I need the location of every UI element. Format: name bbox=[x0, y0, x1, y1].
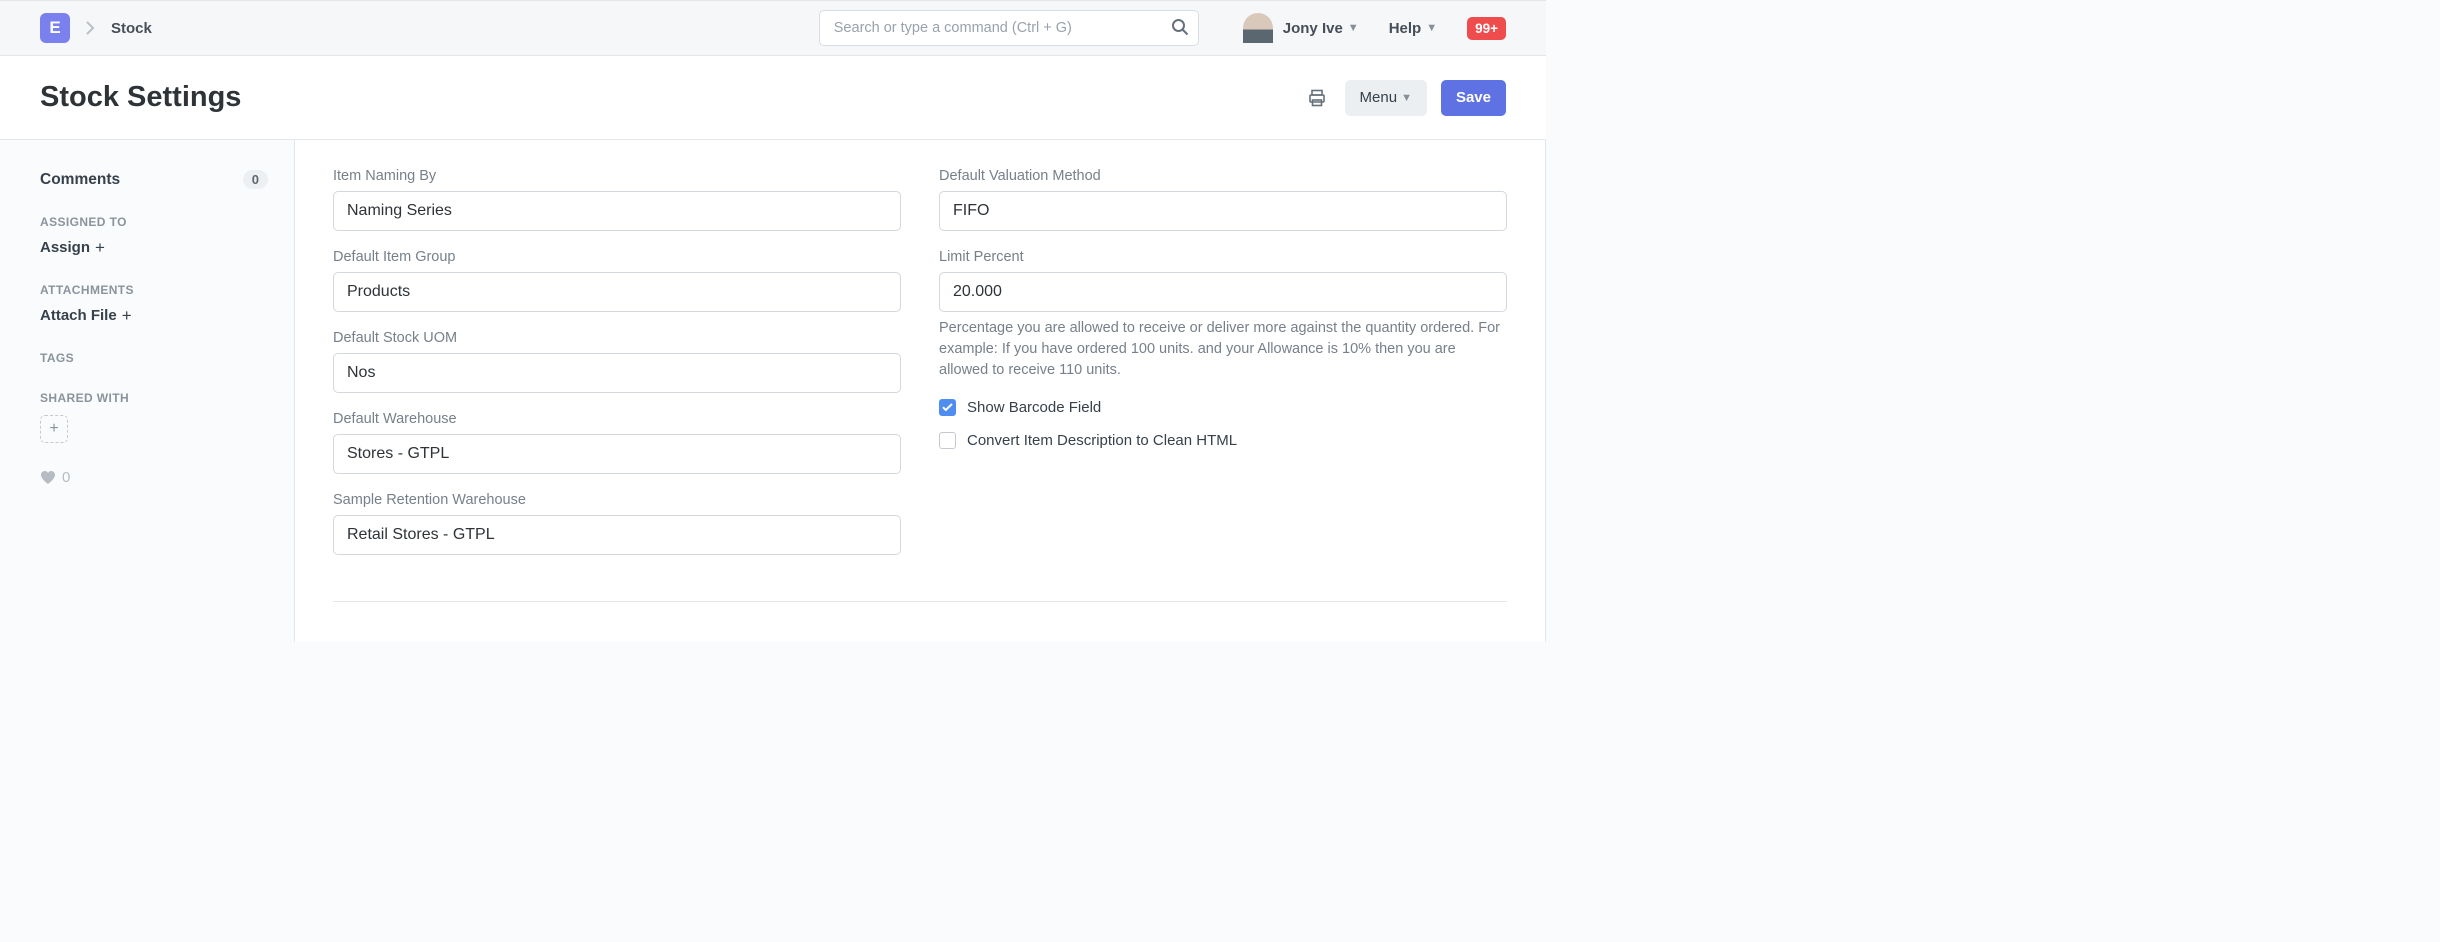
search-icon bbox=[1171, 18, 1189, 36]
titlebar: Stock Settings Menu ▼ Save bbox=[0, 56, 1546, 140]
attach-file-label: Attach File bbox=[40, 307, 117, 324]
breadcrumb-stock[interactable]: Stock bbox=[111, 20, 152, 37]
menu-button[interactable]: Menu ▼ bbox=[1345, 80, 1427, 116]
page-body: Comments 0 ASSIGNED TO Assign + ATTACHME… bbox=[0, 140, 1546, 642]
sample-retention-warehouse-label: Sample Retention Warehouse bbox=[333, 492, 901, 508]
assign-button[interactable]: Assign + bbox=[40, 239, 105, 256]
form-area: Item Naming By Default Item Group Defaul… bbox=[294, 140, 1546, 642]
assigned-to-heading: ASSIGNED TO bbox=[40, 215, 268, 229]
chevron-right-icon bbox=[86, 21, 95, 35]
comments-label[interactable]: Comments bbox=[40, 171, 120, 189]
default-warehouse-field[interactable] bbox=[333, 434, 901, 474]
heart-icon bbox=[40, 470, 56, 485]
likes-count: 0 bbox=[62, 469, 70, 486]
limit-percent-help: Percentage you are allowed to receive or… bbox=[939, 318, 1507, 381]
show-barcode-field-checkbox[interactable]: Show Barcode Field bbox=[939, 399, 1507, 416]
attachments-heading: ATTACHMENTS bbox=[40, 283, 268, 297]
topbar: E Stock Jony Ive ▼ Help ▼ 99+ bbox=[0, 0, 1546, 56]
plus-icon: + bbox=[122, 309, 132, 323]
sample-retention-warehouse-field[interactable] bbox=[333, 515, 901, 555]
user-menu[interactable]: Jony Ive ▼ bbox=[1243, 13, 1359, 43]
form-right-column: Default Valuation Method Limit Percent P… bbox=[939, 168, 1507, 573]
checkbox-icon bbox=[939, 399, 956, 416]
comments-count: 0 bbox=[243, 170, 268, 189]
caret-down-icon: ▼ bbox=[1348, 22, 1359, 34]
limit-percent-label: Limit Percent bbox=[939, 249, 1507, 265]
sidebar: Comments 0 ASSIGNED TO Assign + ATTACHME… bbox=[0, 140, 294, 642]
likes[interactable]: 0 bbox=[40, 469, 268, 486]
print-icon[interactable] bbox=[1303, 84, 1331, 112]
item-naming-by-label: Item Naming By bbox=[333, 168, 901, 184]
help-label: Help bbox=[1389, 20, 1422, 37]
checkbox-icon bbox=[939, 432, 956, 449]
section-divider bbox=[333, 601, 1507, 602]
default-stock-uom-field[interactable] bbox=[333, 353, 901, 393]
user-name: Jony Ive bbox=[1283, 20, 1343, 37]
default-item-group-label: Default Item Group bbox=[333, 249, 901, 265]
assign-label: Assign bbox=[40, 239, 90, 256]
avatar bbox=[1243, 13, 1273, 43]
convert-clean-html-label: Convert Item Description to Clean HTML bbox=[967, 432, 1237, 449]
default-stock-uom-label: Default Stock UOM bbox=[333, 330, 901, 346]
default-warehouse-label: Default Warehouse bbox=[333, 411, 901, 427]
convert-clean-html-checkbox[interactable]: Convert Item Description to Clean HTML bbox=[939, 432, 1507, 449]
default-item-group-field[interactable] bbox=[333, 272, 901, 312]
global-search bbox=[819, 10, 1199, 46]
app-logo[interactable]: E bbox=[40, 13, 70, 43]
show-barcode-field-label: Show Barcode Field bbox=[967, 399, 1101, 416]
share-add-button[interactable]: + bbox=[40, 415, 68, 443]
shared-with-heading: SHARED WITH bbox=[40, 391, 268, 405]
caret-down-icon: ▼ bbox=[1401, 92, 1412, 104]
item-naming-by-field[interactable] bbox=[333, 191, 901, 231]
caret-down-icon: ▼ bbox=[1426, 22, 1437, 34]
notification-badge[interactable]: 99+ bbox=[1467, 17, 1506, 40]
help-menu[interactable]: Help ▼ bbox=[1389, 20, 1437, 37]
menu-button-label: Menu bbox=[1360, 89, 1398, 106]
tags-heading: TAGS bbox=[40, 351, 268, 365]
attach-file-button[interactable]: Attach File + bbox=[40, 307, 132, 324]
save-button[interactable]: Save bbox=[1441, 80, 1506, 116]
page-title: Stock Settings bbox=[40, 81, 241, 114]
default-valuation-method-field[interactable] bbox=[939, 191, 1507, 231]
form-left-column: Item Naming By Default Item Group Defaul… bbox=[333, 168, 901, 573]
plus-icon: + bbox=[95, 241, 105, 255]
limit-percent-field[interactable] bbox=[939, 272, 1507, 312]
search-input[interactable] bbox=[819, 10, 1199, 46]
default-valuation-method-label: Default Valuation Method bbox=[939, 168, 1507, 184]
